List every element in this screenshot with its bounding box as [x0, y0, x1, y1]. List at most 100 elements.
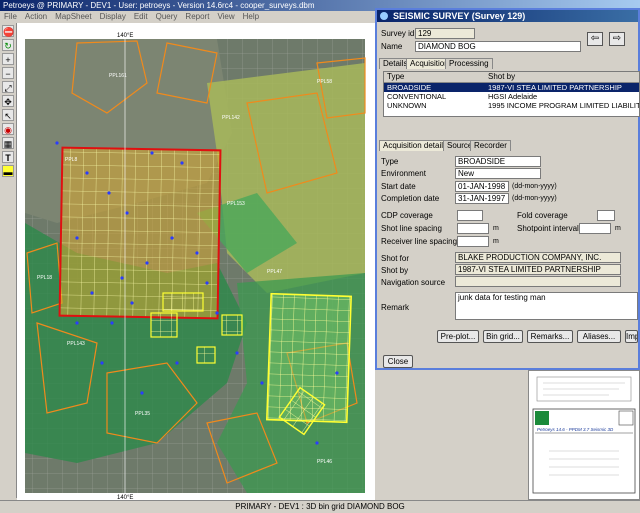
bin-grid-button[interactable]: Bin grid...	[483, 330, 523, 343]
graticule-label-top: 140°E	[117, 33, 133, 39]
stop-icon[interactable]: ⛔	[2, 25, 14, 37]
ruler-icon[interactable]: ▬	[2, 165, 14, 177]
text-tool-icon[interactable]: T	[2, 151, 14, 163]
menu-file[interactable]: File	[0, 12, 21, 21]
zoom-extent-icon[interactable]: ⤢	[2, 81, 14, 93]
subtab-acquisition-details[interactable]: Acquisition details	[379, 140, 452, 151]
lease-label: PPL18	[37, 275, 52, 281]
tool-palette: ⛔ ↻ + − ⤢ ✥ ↖ ◉ ▦ T ▬	[0, 23, 17, 498]
preview-title: Petroeys 14.6 - PPDM 3.7 Seismic 3D	[537, 427, 614, 432]
start-date-field[interactable]: 01-JAN-1998	[455, 181, 509, 192]
lease-label: PPL46	[317, 459, 332, 465]
lease-label: PPL8	[65, 157, 77, 163]
subtab-recorder[interactable]: Recorder	[470, 140, 511, 151]
date-format-hint: (dd-mon-yyyy)	[512, 183, 557, 190]
menu-display[interactable]: Display	[96, 12, 130, 21]
menu-report[interactable]: Report	[181, 12, 213, 21]
survey-id-label: Survey id	[381, 29, 415, 38]
column-shot-by[interactable]: Shot by	[488, 72, 515, 82]
type-label: Type	[381, 157, 399, 166]
lease-label: PPL47	[267, 269, 282, 275]
table-icon[interactable]: ▦	[2, 137, 14, 149]
row-type: BROADSIDE	[387, 83, 432, 92]
start-date-label: Start date	[381, 182, 416, 191]
environment-field[interactable]: New	[455, 168, 541, 179]
remarks-button[interactable]: Remarks...	[527, 330, 573, 343]
type-field[interactable]: BROADSIDE	[455, 156, 541, 167]
completion-date-label: Completion date	[381, 194, 440, 203]
status-bar: PRIMARY - DEV1 : 3D bin grid DIAMOND BOG	[0, 500, 640, 513]
receiver-line-spacing-field[interactable]	[457, 236, 489, 247]
menu-action[interactable]: Action	[21, 12, 51, 21]
unit-m: m	[615, 225, 621, 232]
shot-by-label: Shot by	[381, 266, 409, 275]
remark-label: Remark	[381, 303, 410, 312]
survey-name-field[interactable]: DIAMOND BOG	[415, 41, 581, 52]
pre-plot-button[interactable]: Pre-plot...	[437, 330, 479, 343]
shot-line-spacing-field[interactable]	[457, 223, 489, 234]
dialog-title-bar[interactable]: SEISMIC SURVEY (Survey 129)	[377, 10, 638, 22]
lease-label: PPL58	[317, 79, 332, 85]
lease-label: PPL153	[227, 201, 245, 207]
select-icon[interactable]: ↖	[2, 109, 14, 121]
map-canvas[interactable]: 140°E 140°E PPL161 PPL142 PPL8 PPL153 PP…	[17, 23, 375, 501]
shotpoint-interval-label: Shotpoint interval	[517, 224, 579, 233]
lease-label: PPL35	[135, 411, 150, 417]
row-type: CONVENTIONAL	[387, 92, 447, 101]
list-item[interactable]: BROADSIDE 1987-VI STEA LIMITED PARTNERSH…	[384, 83, 639, 92]
name-label: Name	[381, 42, 403, 51]
dialog-title: SEISMIC SURVEY (Survey 129)	[393, 11, 526, 21]
row-type: UNKNOWN	[387, 101, 427, 110]
zoom-in-icon[interactable]: +	[2, 53, 14, 65]
plot-preview-window[interactable]: Petroeys 14.6 - PPDM 3.7 Seismic 3D	[528, 370, 640, 500]
list-item[interactable]: CONVENTIONAL HGSI Adelaide	[384, 92, 639, 101]
next-arrow-icon[interactable]: ⇨	[609, 32, 625, 46]
unit-m: m	[493, 225, 499, 232]
lease-label: PPL142	[222, 115, 240, 121]
date-format-hint: (dd-mon-yyyy)	[512, 195, 557, 202]
unit-m: m	[493, 238, 499, 245]
pan-icon[interactable]: ✥	[2, 95, 14, 107]
menu-view[interactable]: View	[213, 12, 238, 21]
lease-label: PPL143	[67, 341, 85, 347]
navigation-source-label: Navigation source	[381, 278, 446, 287]
zoom-out-icon[interactable]: −	[2, 67, 14, 79]
shot-for-field[interactable]: BLAKE PRODUCTION COMPANY, INC.	[455, 252, 621, 263]
menu-help[interactable]: Help	[239, 12, 263, 21]
row-shot-by: 1987-VI STEA LIMITED PARTNERSHIP	[488, 83, 622, 92]
previous-arrow-icon[interactable]: ⇦	[587, 32, 603, 46]
shotpoint-interval-field[interactable]	[579, 223, 611, 234]
map-svg: 140°E 140°E PPL161 PPL142 PPL8 PPL153 PP…	[17, 23, 375, 501]
menu-edit[interactable]: Edit	[130, 12, 152, 21]
close-button[interactable]: Close	[383, 355, 413, 368]
acquisition-list[interactable]: Type Shot by BROADSIDE 1987-VI STEA LIMI…	[383, 71, 640, 117]
import-button[interactable]: Impo	[625, 330, 638, 343]
column-type[interactable]: Type	[387, 72, 404, 82]
row-shot-by: HGSI Adelaide	[488, 92, 538, 101]
seismic-icon	[380, 12, 388, 20]
list-item[interactable]: UNKNOWN 1995 INCOME PROGRAM LIMITED LIAB…	[384, 101, 639, 110]
completion-date-field[interactable]: 31-JAN-1997	[455, 193, 509, 204]
seismic-survey-dialog: SEISMIC SURVEY (Survey 129) Survey id 12…	[375, 8, 640, 370]
measure-icon[interactable]: ◉	[2, 123, 14, 135]
receiver-line-spacing-label: Receiver line spacing	[381, 237, 458, 246]
menu-mapsheet[interactable]: MapSheet	[51, 12, 95, 21]
shot-for-label: Shot for	[381, 254, 410, 263]
survey-id-field: 129	[415, 28, 475, 39]
environment-label: Environment	[381, 169, 426, 178]
remark-field[interactable]: junk data for testing man	[455, 292, 638, 320]
fold-coverage-label: Fold coverage	[517, 211, 568, 220]
list-header: Type Shot by	[384, 72, 639, 83]
shot-by-field[interactable]: 1987-VI STEA LIMITED PARTNERSHIP	[455, 264, 621, 275]
row-shot-by: 1995 INCOME PROGRAM LIMITED LIABILITY C	[488, 101, 640, 110]
lease-label: PPL161	[109, 73, 127, 79]
shot-line-spacing-label: Shot line spacing	[381, 224, 442, 233]
aliases-button[interactable]: Aliases...	[577, 330, 621, 343]
tab-processing[interactable]: Processing	[445, 58, 493, 69]
refresh-icon[interactable]: ↻	[2, 39, 14, 51]
fold-coverage-field[interactable]	[597, 210, 615, 221]
preview-svg: Petroeys 14.6 - PPDM 3.7 Seismic 3D	[532, 376, 636, 494]
menu-query[interactable]: Query	[152, 12, 182, 21]
navigation-source-field[interactable]	[455, 276, 621, 287]
cdp-coverage-field[interactable]	[457, 210, 483, 221]
